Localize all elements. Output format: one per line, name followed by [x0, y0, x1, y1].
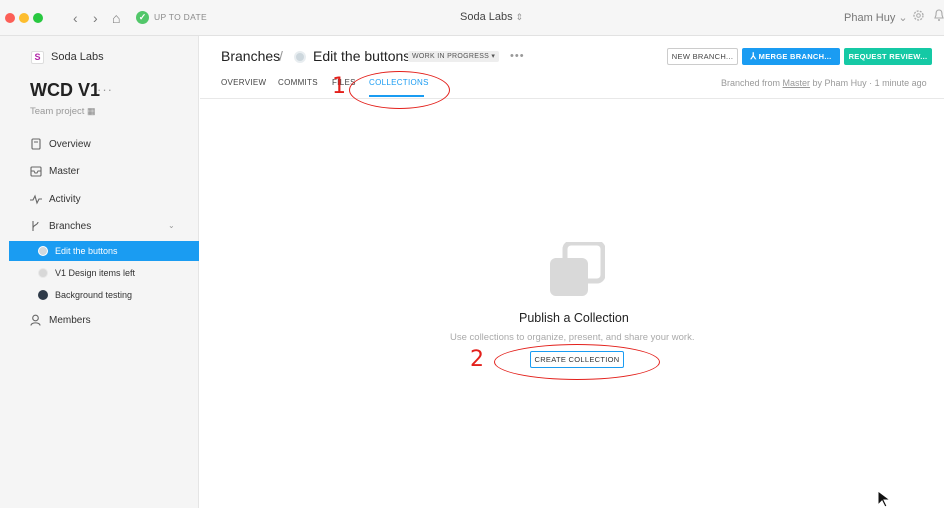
pulse-icon — [30, 193, 42, 206]
branch-avatar — [294, 51, 306, 63]
master-link[interactable]: Master — [783, 78, 811, 88]
header-divider — [200, 98, 944, 99]
close-window-button[interactable] — [5, 13, 15, 23]
annotation-step-2: 2 — [470, 347, 484, 372]
inbox-icon — [30, 165, 42, 178]
org-name[interactable]: Soda Labs — [51, 51, 104, 63]
branch-item-edit-the-buttons[interactable]: Edit the buttons — [9, 241, 199, 261]
branch-item-label: Background testing — [55, 290, 133, 300]
breadcrumb-separator: / — [279, 48, 283, 64]
project-name: WCD V1 — [30, 80, 101, 100]
minimize-window-button[interactable] — [19, 13, 29, 23]
sidebar-item-master[interactable]: Master — [0, 161, 199, 183]
check-icon: ✓ — [136, 11, 149, 24]
branch-item-background-testing[interactable]: Background testing — [9, 285, 199, 305]
back-arrow-icon[interactable]: ‹ — [73, 10, 78, 26]
breadcrumb-branches[interactable]: Branches — [221, 48, 280, 64]
tab-overview[interactable]: OVERVIEW — [221, 78, 266, 87]
org-logo: S — [31, 51, 44, 64]
merge-icon: ⅄ — [750, 51, 757, 61]
maximize-window-button[interactable] — [33, 13, 43, 23]
updown-chevron-icon: ⇕ — [515, 12, 524, 22]
branch-item-v1-design-items-left[interactable]: V1 Design items left — [9, 263, 199, 283]
project-type: Team project ▦ — [30, 106, 96, 117]
user-name: Pham Huy — [844, 12, 896, 24]
new-branch-button[interactable]: NEW BRANCH... — [667, 48, 738, 65]
empty-state-title: Publish a Collection — [519, 311, 629, 325]
bell-icon[interactable] — [934, 9, 944, 25]
sidebar-item-members[interactable]: Members — [0, 310, 199, 332]
app-window: ‹ › ⌂ ✓ UP TO DATE Soda Labs ⇕ Pham Huy … — [0, 0, 944, 508]
sidebar-item-label: Overview — [49, 139, 91, 150]
sync-status: UP TO DATE — [154, 12, 207, 22]
workspace-name: Soda Labs — [460, 11, 513, 23]
user-menu[interactable]: Pham Huy ⌄ — [844, 11, 908, 24]
branch-avatar — [38, 246, 48, 256]
collection-icon — [550, 242, 605, 296]
chevron-down-icon[interactable]: ⌄ — [168, 221, 175, 230]
sidebar-item-label: Members — [49, 315, 91, 326]
title-bar: ‹ › ⌂ ✓ UP TO DATE Soda Labs ⇕ Pham Huy … — [0, 0, 944, 36]
merge-branch-button[interactable]: ⅄ MERGE BRANCH... — [742, 48, 840, 65]
branch-icon — [30, 220, 41, 233]
person-icon — [30, 314, 41, 327]
page-title: Edit the buttons — [313, 48, 411, 64]
annotation-ellipse-2 — [494, 344, 660, 380]
request-review-button[interactable]: REQUEST REVIEW... — [844, 48, 932, 65]
home-icon[interactable]: ⌂ — [112, 10, 120, 26]
sidebar-item-label: Activity — [49, 194, 81, 205]
status-badge[interactable]: WORK IN PROGRESS ▾ — [408, 51, 500, 62]
annotation-step-1: 1 — [332, 74, 346, 99]
chevron-down-icon: ⌄ — [898, 12, 908, 24]
sidebar-item-branches[interactable]: Branches ⌄ — [0, 216, 199, 238]
forward-arrow-icon[interactable]: › — [93, 10, 98, 26]
sidebar-item-activity[interactable]: Activity — [0, 189, 199, 211]
branch-item-label: V1 Design items left — [55, 268, 136, 278]
sidebar-item-label: Branches — [49, 221, 92, 232]
document-icon — [30, 138, 41, 151]
sidebar-item-overview[interactable]: Overview — [0, 134, 199, 156]
branch-origin-info: Branched from Master by Pham Huy · 1 min… — [721, 78, 927, 88]
gear-icon[interactable] — [912, 9, 925, 25]
mouse-cursor-icon — [877, 490, 892, 508]
sidebar: S Soda Labs WCD V1 ··· Team project ▦ Ov… — [0, 36, 199, 508]
tab-commits[interactable]: COMMITS — [278, 78, 318, 87]
annotation-ellipse-1 — [349, 71, 450, 109]
branch-item-label: Edit the buttons — [55, 246, 118, 256]
sidebar-item-label: Master — [49, 166, 80, 177]
project-more-button[interactable]: ··· — [97, 82, 113, 97]
branch-avatar — [38, 290, 48, 300]
workspace-switcher[interactable]: Soda Labs ⇕ — [460, 11, 523, 23]
empty-state-description: Use collections to organize, present, an… — [450, 332, 695, 343]
branch-avatar — [38, 268, 48, 278]
team-icon: ▦ — [87, 106, 96, 116]
more-options-button[interactable]: ••• — [510, 50, 525, 62]
